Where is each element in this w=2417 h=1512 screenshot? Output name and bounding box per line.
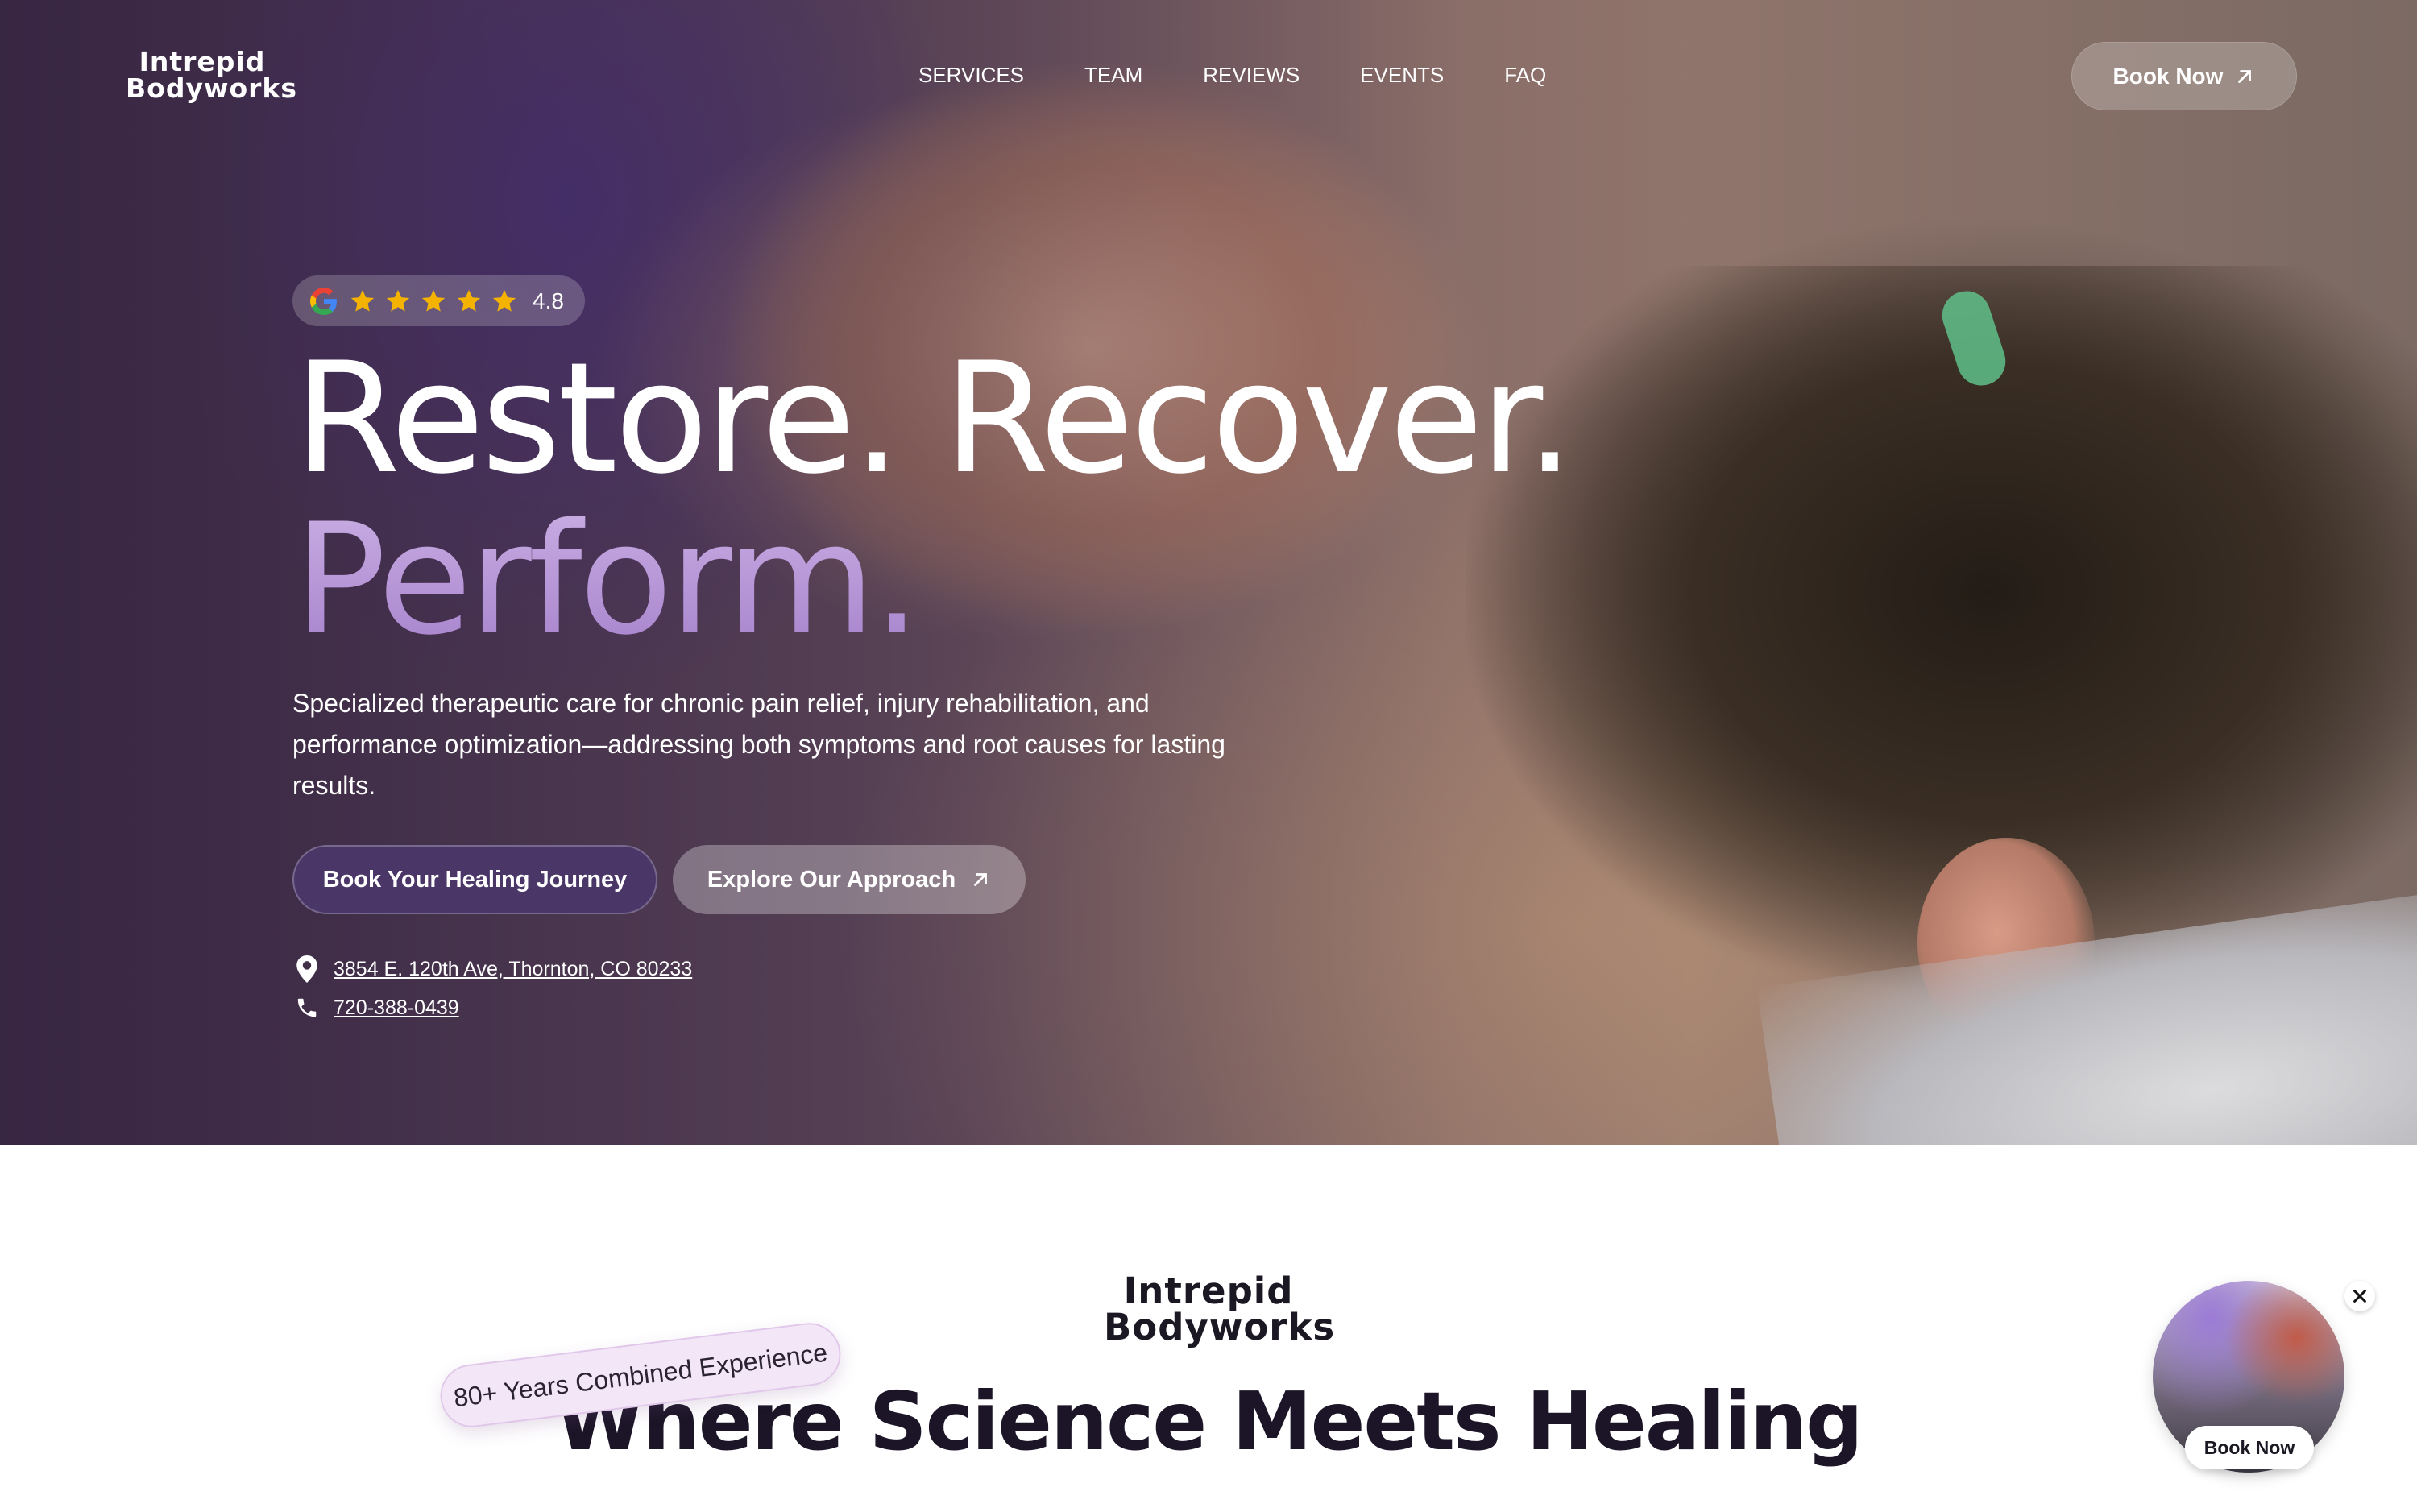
location-pin-icon	[296, 955, 317, 983]
explore-approach-button[interactable]: Explore Our Approach	[673, 845, 1026, 914]
rating-value: 4.8	[533, 288, 564, 313]
book-now-label: Book Now	[2112, 63, 2224, 89]
nav-item-faq[interactable]: FAQ	[1504, 63, 1546, 88]
google-rating-badge: 4.8	[292, 275, 585, 326]
star-icon	[492, 289, 516, 312]
brand-logo[interactable]: Intrepid Bodyworks	[126, 46, 297, 104]
address-link[interactable]: 3854 E. 120th Ave, Thornton, CO 80233	[334, 958, 692, 981]
close-icon	[2353, 1290, 2366, 1303]
hero-description: Specialized therapeutic care for chronic…	[292, 689, 1225, 800]
widget-book-now-button[interactable]: Book Now	[2185, 1426, 2314, 1469]
logo-line2: Bodyworks	[126, 72, 297, 104]
book-healing-journey-button[interactable]: Book Your Healing Journey	[292, 845, 657, 914]
arrow-up-right-icon	[974, 873, 988, 886]
main-nav: SERVICES TEAM REVIEWS EVENTS FAQ	[918, 63, 1546, 88]
star-icon	[350, 289, 375, 312]
star-icon	[457, 289, 481, 312]
section-logo: Intrepid Bodyworks	[1104, 1270, 1336, 1348]
address-row: 3854 E. 120th Ave, Thornton, CO 80233	[295, 955, 692, 983]
star-icon	[421, 289, 446, 312]
star-icon	[386, 289, 410, 312]
nav-item-team[interactable]: TEAM	[1084, 63, 1142, 88]
logo-line1: Intrepid	[139, 46, 266, 77]
explore-approach-label: Explore Our Approach	[707, 866, 956, 893]
arrow-up-right-icon	[2238, 69, 2252, 83]
phone-icon	[297, 998, 317, 1017]
headline-line2: Perform.	[294, 499, 1571, 661]
nav-item-reviews[interactable]: REVIEWS	[1203, 63, 1300, 88]
widget-close-button[interactable]	[2344, 1281, 2375, 1311]
hero-section: Intrepid Bodyworks SERVICES TEAM REVIEWS…	[0, 0, 2417, 1145]
section-logo-line1: Intrepid	[1123, 1270, 1294, 1312]
hero-headline: Restore. Recover. Perform.	[294, 329, 1574, 661]
nav-item-events[interactable]: EVENTS	[1360, 63, 1444, 88]
book-now-button[interactable]: Book Now	[2071, 42, 2297, 110]
star-rating	[349, 288, 518, 315]
section-title: Where Science Meets Healing	[555, 1374, 1863, 1469]
nav-item-services[interactable]: SERVICES	[918, 63, 1024, 88]
phone-row: 720-388-0439	[295, 994, 459, 1021]
headline-line1: Restore. Recover.	[294, 329, 1574, 507]
phone-link[interactable]: 720-388-0439	[334, 996, 459, 1020]
google-icon	[310, 287, 337, 315]
section-logo-line2: Bodyworks	[1104, 1306, 1336, 1348]
